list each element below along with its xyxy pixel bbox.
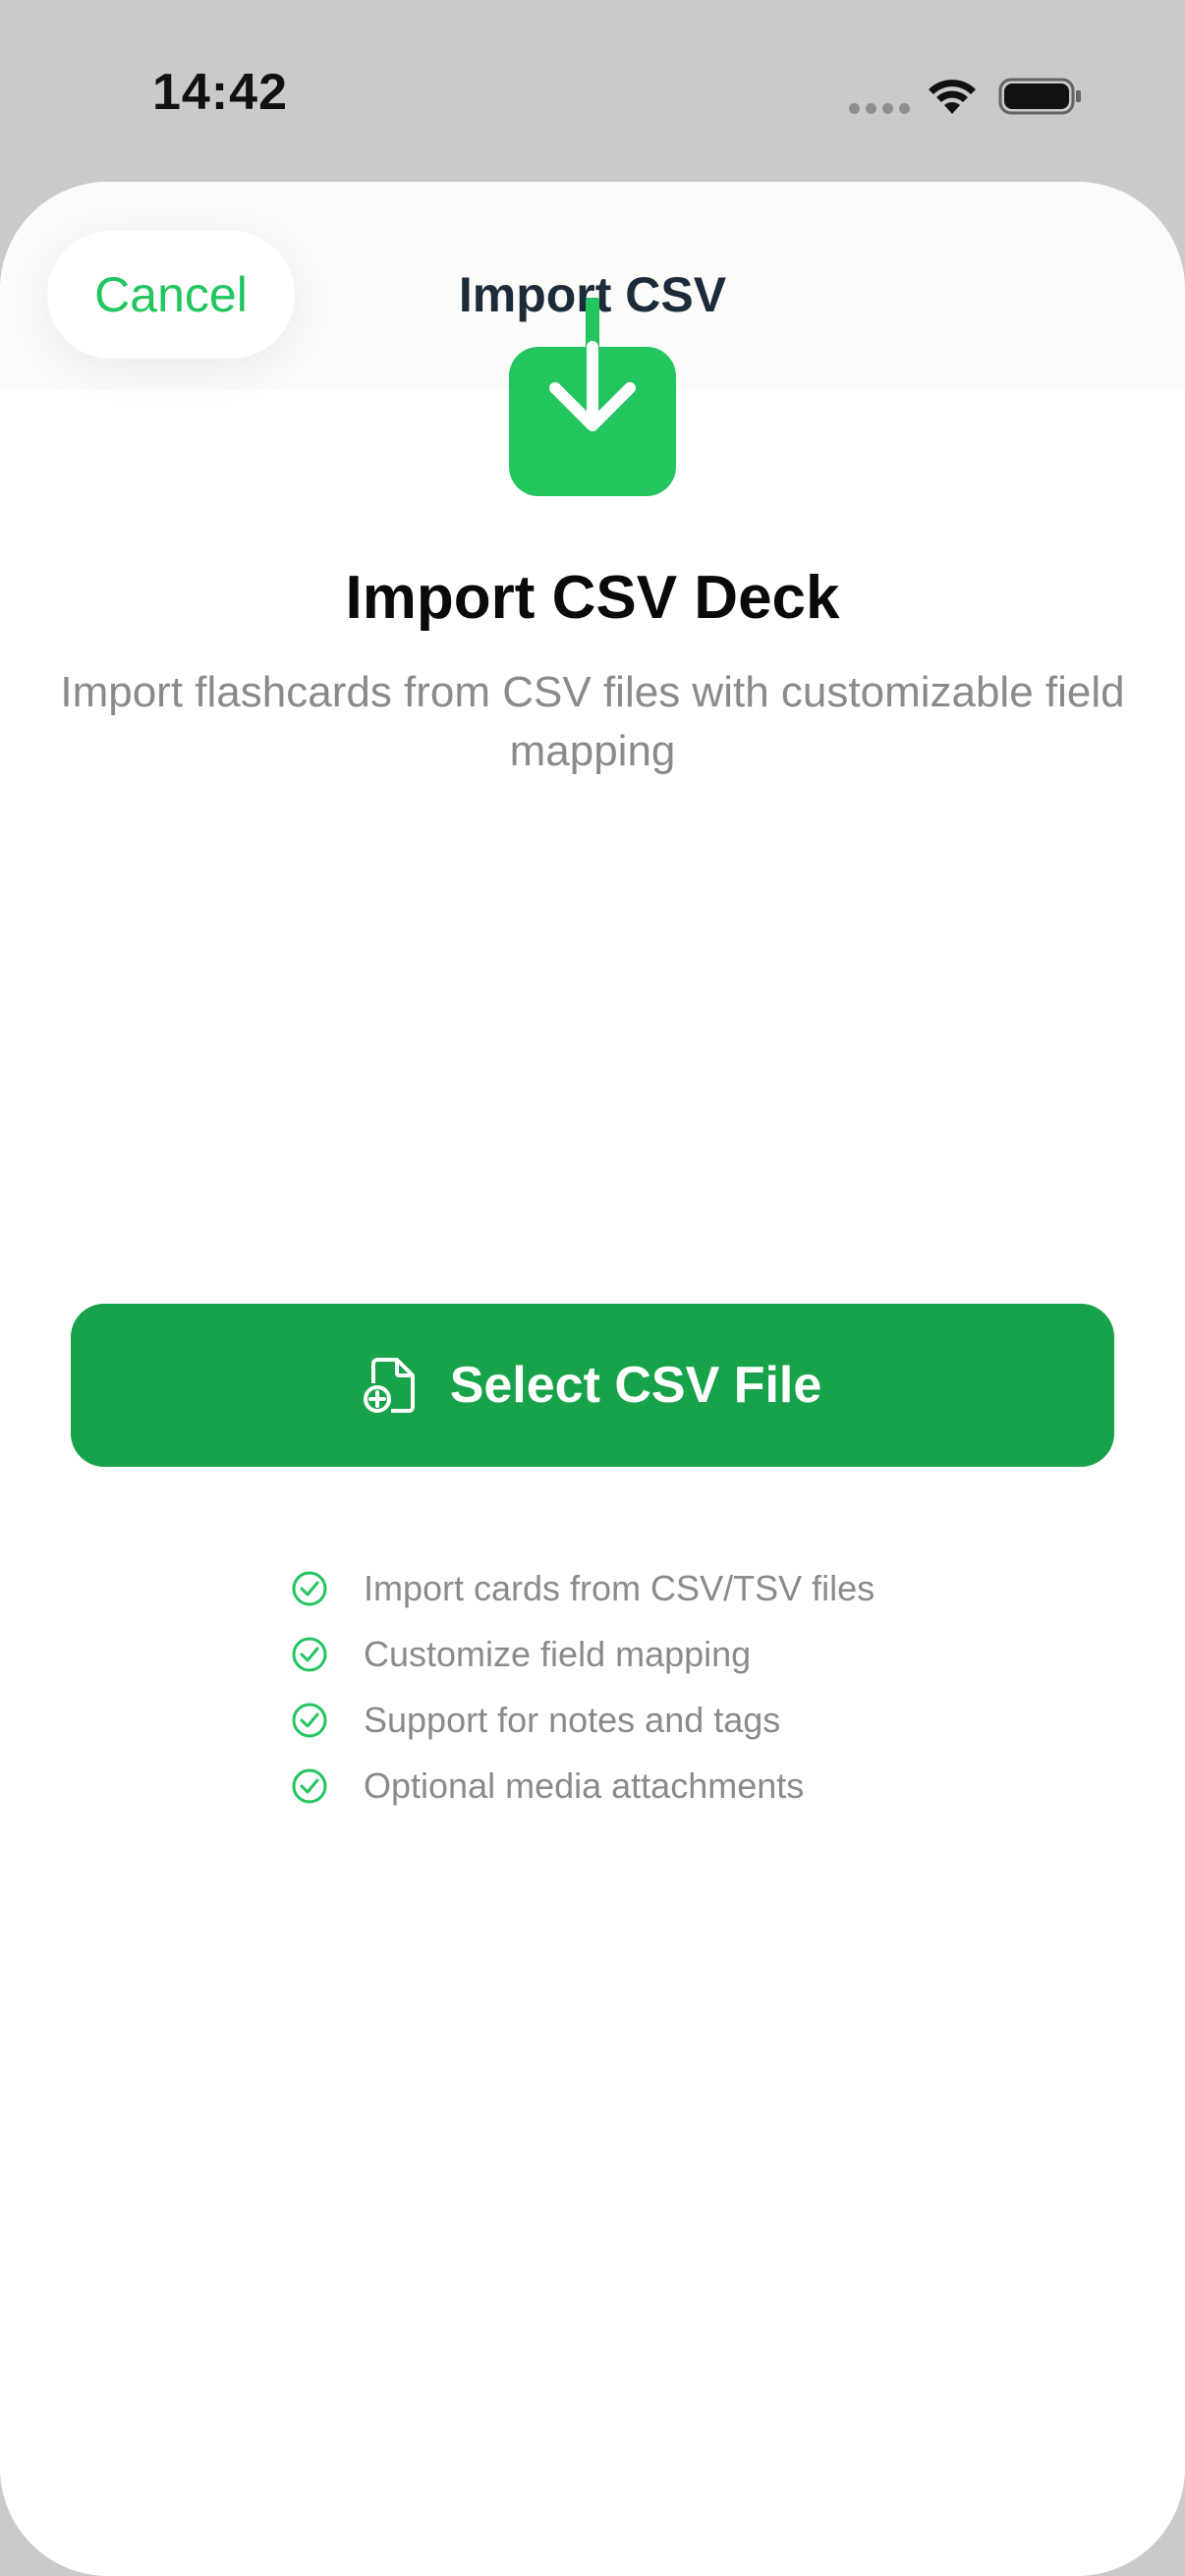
checkmark-circle-icon bbox=[292, 1703, 327, 1737]
checkmark-circle-icon bbox=[292, 1768, 327, 1803]
list-item: Customize field mapping bbox=[291, 1621, 979, 1687]
checkmark-circle-icon bbox=[292, 1571, 327, 1605]
hero-subtitle: Import flashcards from CSV files with cu… bbox=[60, 668, 1125, 775]
battery-icon bbox=[998, 78, 1081, 115]
select-csv-file-label: Select CSV File bbox=[449, 1357, 822, 1414]
list-item: Support for notes and tags bbox=[291, 1687, 979, 1753]
screen: 14:42 Cancel Import CSV Import CSV Deck bbox=[0, 0, 1185, 2576]
import-sheet: Cancel Import CSV Import CSV Deck Import… bbox=[0, 182, 1185, 2576]
feature-text: Optional media attachments bbox=[364, 1764, 805, 1806]
status-time: 14:42 bbox=[152, 64, 288, 121]
document-add-icon bbox=[363, 1358, 415, 1413]
wifi-icon bbox=[929, 80, 976, 114]
feature-text: Import cards from CSV/TSV files bbox=[364, 1567, 875, 1608]
status-bar: 14:42 bbox=[0, 0, 1185, 182]
feature-text: Support for notes and tags bbox=[364, 1699, 781, 1740]
list-item: Import cards from CSV/TSV files bbox=[291, 1555, 979, 1621]
feature-list: Import cards from CSV/TSV files Customiz… bbox=[291, 1555, 979, 1819]
select-csv-file-button[interactable]: Select CSV File bbox=[71, 1304, 1114, 1467]
cellular-signal-icon bbox=[849, 103, 910, 114]
hero-title: Import CSV Deck bbox=[345, 564, 840, 632]
checkmark-circle-icon bbox=[292, 1637, 327, 1671]
feature-text: Customize field mapping bbox=[364, 1633, 752, 1674]
download-tray-icon bbox=[509, 298, 676, 496]
list-item: Optional media attachments bbox=[291, 1753, 979, 1819]
